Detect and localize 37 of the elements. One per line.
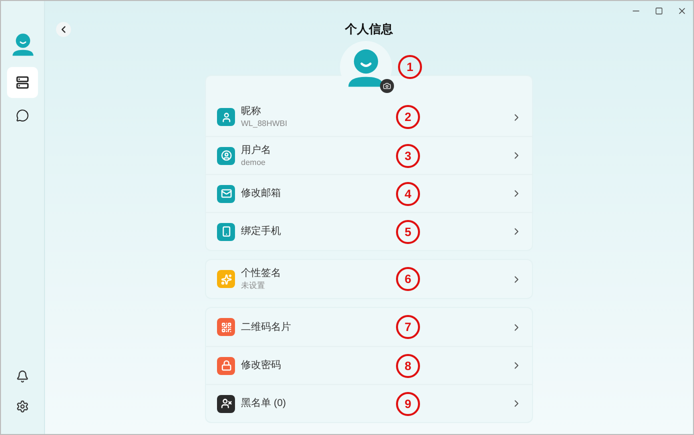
annotation-number: 4: [396, 182, 420, 206]
settings-row[interactable]: 修改邮箱 4: [206, 174, 532, 212]
settings-row[interactable]: 个性签名 未设置 6: [206, 260, 532, 298]
bell-icon: [16, 370, 29, 382]
row-title: 个性签名: [241, 267, 282, 280]
settings-row[interactable]: 二维码名片 7: [206, 308, 532, 346]
settings-row[interactable]: 修改密码 8: [206, 346, 532, 384]
server-icon: [16, 76, 29, 89]
row-title: 绑定手机: [241, 225, 282, 238]
row-title: 昵称: [241, 105, 262, 118]
annotation-number: 8: [396, 354, 420, 378]
row-value: WL_88HWBI: [241, 118, 288, 129]
row-value: demoe: [241, 156, 266, 168]
page-title: 个人信息: [345, 21, 393, 38]
maximize-icon[interactable]: [655, 7, 663, 15]
row-title: 用户名: [241, 144, 272, 156]
settings-icon: [16, 400, 29, 412]
settings-row[interactable]: 黑名单 (0) 9: [206, 384, 532, 422]
settings-row[interactable]: 绑定手机 5: [206, 212, 532, 250]
chat-bubble-icon: [16, 109, 29, 122]
row-title: 黑名单 (0): [241, 397, 287, 410]
row-title: 二维码名片: [241, 320, 292, 334]
back-button[interactable]: [56, 22, 71, 36]
annotation-number: 3: [396, 144, 420, 168]
annotation-number: 2: [396, 105, 420, 129]
settings-row[interactable]: 昵称 WL_88HWBI 2: [206, 98, 532, 136]
row-title: 修改密码: [241, 359, 282, 372]
annotation-number: 6: [396, 267, 420, 291]
row-title: 修改邮箱: [241, 187, 282, 200]
settings-row[interactable]: 用户名 demoe 3: [206, 136, 532, 174]
row-value: 未设置: [241, 280, 266, 291]
annotation-number: 5: [396, 220, 420, 244]
annotation-number: 9: [396, 392, 420, 416]
sidebar-item[interactable]: [7, 67, 38, 98]
annotation-number: 7: [396, 315, 420, 339]
close-icon[interactable]: [677, 6, 687, 16]
avatar-icon: [10, 31, 36, 57]
